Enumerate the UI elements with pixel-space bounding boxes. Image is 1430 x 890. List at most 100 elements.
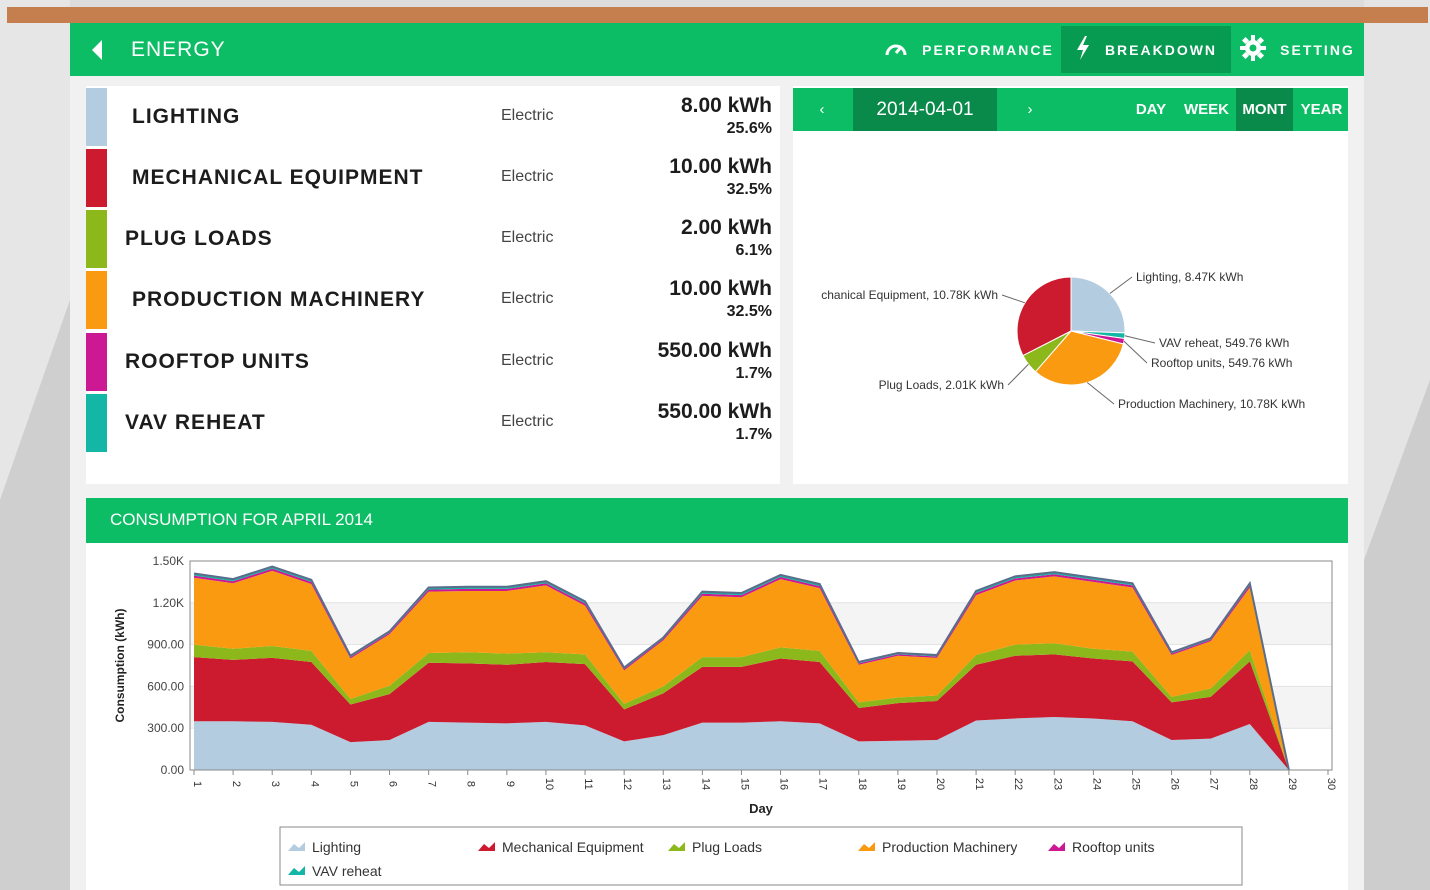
nav-breakdown-label: BREAKDOWN	[1104, 41, 1218, 58]
pie-label: Production Machinery, 10.78K kWh	[1118, 397, 1305, 411]
gauge-icon	[884, 39, 908, 60]
color-swatch	[86, 149, 107, 207]
x-tick-label: 19	[895, 778, 907, 790]
y-tick-label: 600.00	[147, 679, 184, 693]
breakdown-row-production-machinery[interactable]: PRODUCTION MACHINERY Electric 10.00 kWh …	[86, 271, 780, 329]
nav-breakdown[interactable]: BREAKDOWN	[1061, 26, 1231, 73]
x-tick-label: 16	[778, 778, 790, 790]
pie-leader-line	[1007, 363, 1029, 386]
breakdown-row-rooftop-units[interactable]: ROOFTOP UNITS Electric 550.00 kWh 1.7%	[86, 333, 780, 391]
pie-label: chanical Equipment, 10.78K kWh	[821, 288, 998, 302]
category-name: PLUG LOADS	[125, 227, 273, 250]
x-tick-label: 20	[934, 778, 946, 790]
category-name: LIGHTING	[132, 105, 241, 128]
y-tick-label: 0.00	[161, 763, 185, 777]
category-name: ROOFTOP UNITS	[125, 350, 310, 373]
pie-leader-line	[1123, 340, 1148, 364]
prev-date-button[interactable]: ‹	[793, 88, 851, 131]
x-tick-label: 28	[1247, 778, 1259, 790]
x-tick-label: 11	[582, 778, 594, 789]
pie-label: Lighting, 8.47K kWh	[1136, 270, 1243, 284]
x-tick-label: 4	[308, 781, 320, 787]
x-tick-label: 21	[973, 778, 985, 790]
breakdown-row-lighting[interactable]: LIGHTING Electric 8.00 kWh 25.6%	[86, 88, 780, 146]
energy-percent: 1.7%	[735, 365, 772, 382]
color-swatch	[86, 333, 107, 391]
pie-slice-lighting	[1070, 276, 1126, 334]
x-tick-label: 22	[1012, 778, 1024, 790]
x-tick-label: 7	[426, 781, 438, 787]
x-tick-label: 15	[738, 778, 750, 790]
nav-performance-label: PERFORMANCE	[922, 41, 1054, 58]
x-tick-label: 23	[1051, 778, 1063, 790]
lightning-icon	[1075, 36, 1091, 63]
breakdown-row-mechanical-equipment[interactable]: MECHANICAL EQUIPMENT Electric 10.00 kWh …	[86, 149, 780, 207]
x-tick-label: 14	[699, 778, 711, 790]
energy-value: 2.00 kWh	[680, 216, 772, 239]
next-date-button[interactable]: ›	[999, 88, 1061, 131]
energy-type: Electric	[501, 290, 554, 307]
energy-value: 10.00 kWh	[669, 277, 772, 300]
x-tick-label: 24	[1090, 778, 1102, 790]
x-tick-label: 27	[1208, 778, 1220, 790]
nav-setting[interactable]: SETTING	[1231, 26, 1364, 73]
color-swatch	[86, 88, 107, 146]
consumption-area-chart: 0.00300.00600.00900.001.20K1.50K1 2 3 4 5 6 7 8…	[113, 554, 1337, 886]
nav-performance[interactable]: PERFORMANCE	[877, 26, 1061, 73]
x-tick-label: 2	[230, 781, 242, 787]
category-name: MECHANICAL EQUIPMENT	[132, 166, 424, 189]
gear-icon	[1240, 35, 1267, 64]
energy-value: 550.00 kWh	[657, 400, 772, 423]
energy-percent: 1.7%	[735, 426, 772, 443]
x-tick-label: 30	[1325, 778, 1337, 790]
pie-chart: Lighting, 8.47K kWh VAV reheat, 549.76 kW…	[821, 270, 1305, 411]
legend-label-mechanical-equipment: Mechanical Equipment	[502, 839, 644, 855]
period-year-button[interactable]: YEAR	[1295, 88, 1348, 131]
top-accent-strip	[7, 7, 1428, 23]
energy-value: 10.00 kWh	[669, 155, 772, 178]
x-tick-label: 5	[347, 781, 359, 787]
breakdown-row-plug-loads[interactable]: PLUG LOADS Electric 2.00 kWh 6.1%	[86, 210, 780, 268]
y-tick-label: 900.00	[147, 638, 184, 652]
color-swatch	[86, 271, 107, 329]
x-axis-label: Day	[749, 801, 774, 816]
x-tick-label: 25	[1129, 778, 1141, 790]
pie-leader-line	[1086, 382, 1115, 405]
pie-label: Rooftop units, 549.76 kWh	[1151, 356, 1292, 370]
x-tick-label: 18	[856, 778, 868, 790]
pie-leader-line	[1109, 276, 1133, 294]
energy-percent: 25.6%	[726, 120, 772, 137]
energy-type: Electric	[501, 168, 554, 185]
energy-type: Electric	[501, 229, 554, 246]
x-tick-label: 26	[1169, 778, 1181, 790]
legend-label-rooftop-units: Rooftop units	[1072, 839, 1155, 855]
nav-setting-label: SETTING	[1280, 41, 1355, 58]
page-title: ENERGY	[131, 38, 226, 61]
consumption-title: CONSUMPTION FOR APRIL 2014	[110, 510, 373, 529]
energy-percent: 32.5%	[726, 303, 772, 320]
x-tick-label: 8	[465, 781, 477, 787]
legend-label-vav-reheat: VAV reheat	[312, 863, 382, 879]
y-tick-label: 300.00	[147, 721, 184, 735]
x-tick-label: 13	[660, 778, 672, 790]
pie-label: VAV reheat, 549.76 kWh	[1159, 336, 1289, 350]
date-display[interactable]: 2014-04-01	[853, 88, 997, 131]
energy-type: Electric	[501, 107, 554, 124]
period-day-button[interactable]: DAY	[1125, 88, 1177, 131]
period-month-button[interactable]: MONT	[1236, 88, 1293, 131]
y-tick-label: 1.50K	[153, 554, 184, 568]
breakdown-row-vav-reheat[interactable]: VAV REHEAT Electric 550.00 kWh 1.7%	[86, 394, 780, 452]
energy-type: Electric	[501, 352, 554, 369]
energy-percent: 32.5%	[726, 181, 772, 198]
x-tick-label: 3	[269, 781, 281, 787]
pie-leader-line	[1001, 294, 1026, 304]
color-swatch	[86, 210, 107, 268]
back-arrow-icon[interactable]	[90, 38, 106, 62]
consumption-title-bar: CONSUMPTION FOR APRIL 2014	[86, 498, 1348, 543]
energy-value: 550.00 kWh	[657, 339, 772, 362]
pie-leader-line	[1124, 335, 1156, 344]
legend-label-plug-loads: Plug Loads	[692, 839, 762, 855]
period-week-button[interactable]: WEEK	[1179, 88, 1234, 131]
energy-value: 8.00 kWh	[680, 94, 772, 117]
x-tick-label: 6	[387, 781, 399, 787]
